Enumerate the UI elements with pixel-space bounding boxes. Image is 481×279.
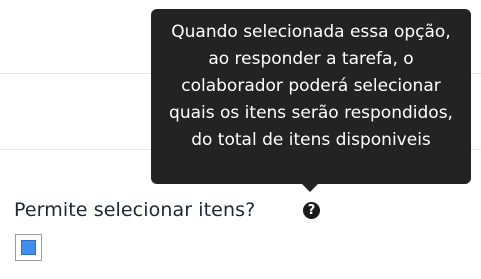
help-tooltip: Quando selecionada essa opção, ao respon… bbox=[151, 9, 471, 184]
tooltip-text: Quando selecionada essa opção, ao respon… bbox=[169, 22, 453, 150]
allow-select-items-checkbox[interactable] bbox=[15, 234, 42, 261]
checkbox-checked-indicator bbox=[21, 240, 36, 255]
form-page: Permite selecionar itens? ? Quando selec… bbox=[0, 0, 481, 279]
question-circle-icon[interactable]: ? bbox=[303, 202, 320, 219]
allow-select-items-label: Permite selecionar itens? bbox=[14, 199, 256, 221]
tooltip-arrow bbox=[302, 184, 318, 192]
